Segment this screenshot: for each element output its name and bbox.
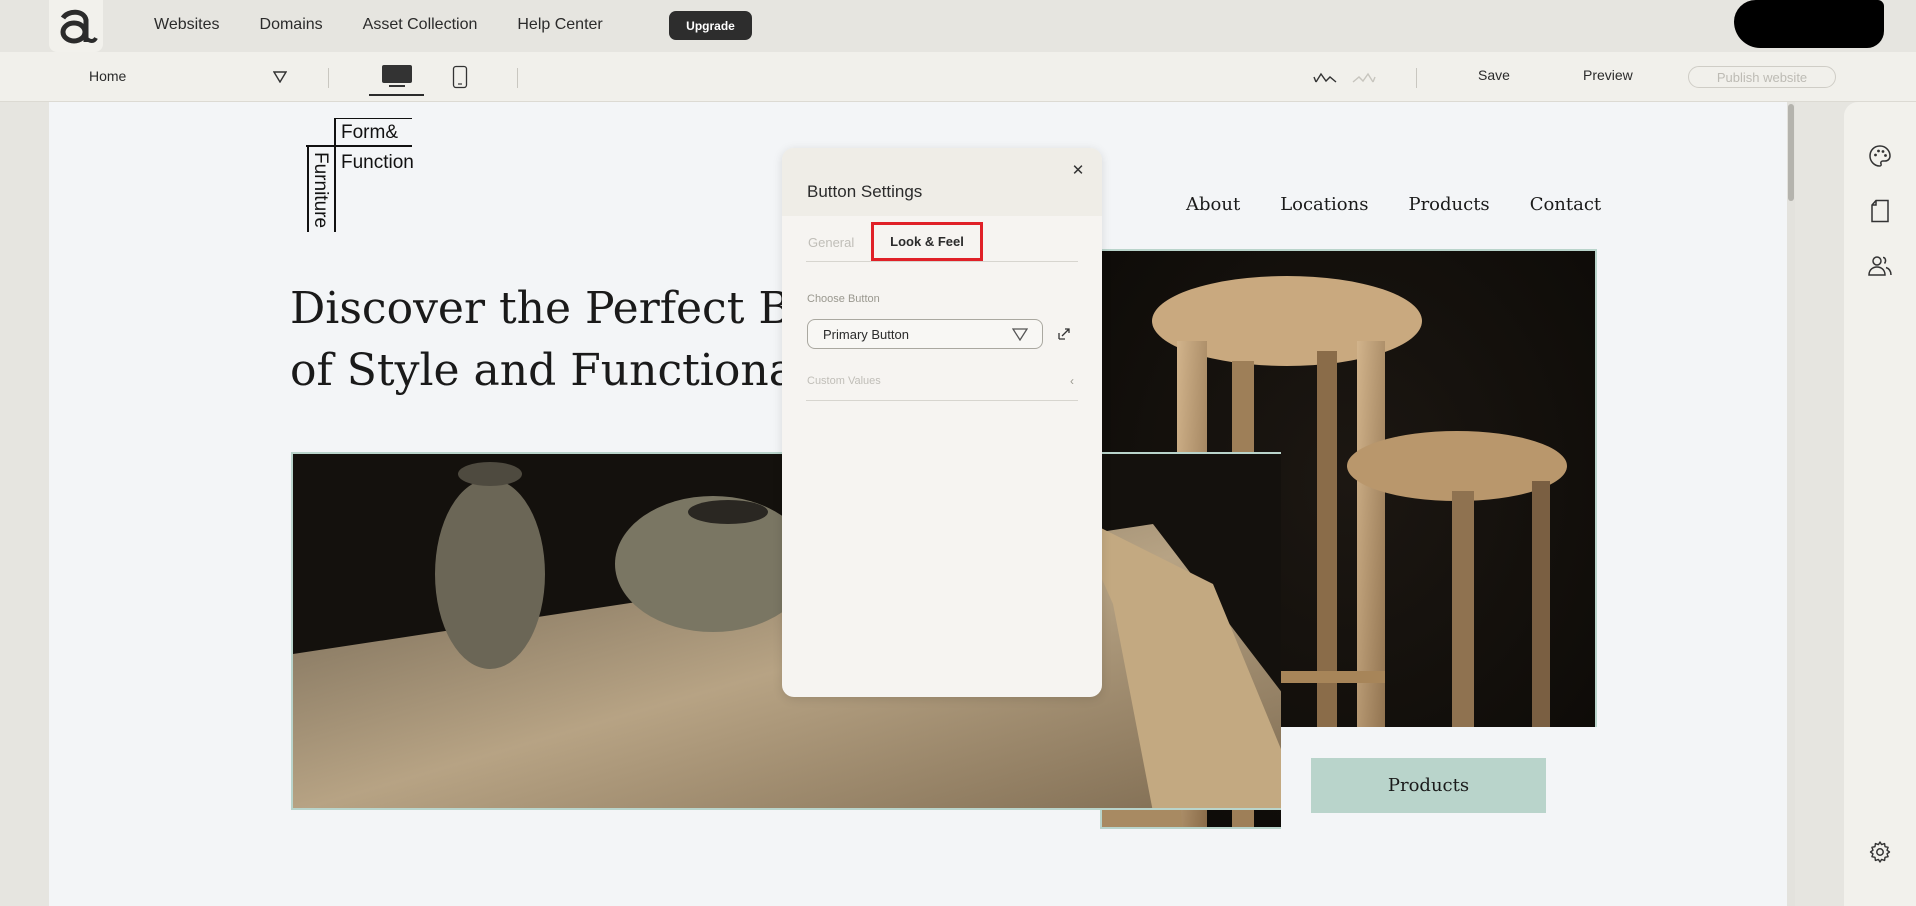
canvas-scroll-thumb[interactable] xyxy=(1788,104,1794,201)
chevron-left-icon[interactable]: ‹ xyxy=(1070,374,1074,388)
editor-toolbar: Home Save Preview Publish website xyxy=(0,52,1916,102)
tab-look-and-feel[interactable]: Look & Feel xyxy=(871,222,983,261)
site-nav-about[interactable]: About xyxy=(1186,194,1240,215)
user-avatar[interactable] xyxy=(1734,0,1884,48)
choose-button-label: Choose Button xyxy=(807,293,880,305)
hero-title[interactable]: Discover the Perfect Bl of Style and Fun… xyxy=(290,278,810,402)
cta-background xyxy=(1281,727,1600,906)
tab-general[interactable]: General xyxy=(808,235,854,250)
page-icon[interactable] xyxy=(1866,197,1894,225)
site-nav-locations[interactable]: Locations xyxy=(1280,194,1368,215)
custom-values-divider xyxy=(806,400,1078,401)
page-dropdown-icon[interactable] xyxy=(272,70,288,88)
right-sidebar xyxy=(1844,102,1916,906)
logo-text-function: Function xyxy=(341,152,414,173)
mobile-icon xyxy=(452,65,468,89)
publish-website-button: Publish website xyxy=(1688,66,1836,88)
top-nav: Websites Domains Asset Collection Help C… xyxy=(154,0,643,50)
preview-button[interactable]: Preview xyxy=(1583,67,1633,83)
nav-help-center[interactable]: Help Center xyxy=(517,16,602,34)
toolbar-divider xyxy=(517,68,518,88)
nav-asset-collection[interactable]: Asset Collection xyxy=(363,16,478,34)
canvas-scrollbar[interactable] xyxy=(1787,102,1795,906)
hero-title-line1: Discover the Perfect Bl xyxy=(290,283,805,334)
button-settings-panel: ✕ Button Settings General Look & Feel Ch… xyxy=(782,148,1102,697)
custom-values-toggle[interactable]: Custom Values xyxy=(807,375,881,387)
toolbar-divider xyxy=(328,68,329,88)
site-nav-contact[interactable]: Contact xyxy=(1530,194,1601,215)
palette-icon[interactable] xyxy=(1866,142,1894,170)
hero-title-line2: of Style and Functiona xyxy=(290,345,795,396)
mobile-view-button[interactable] xyxy=(445,58,475,96)
redo-icon xyxy=(1350,69,1376,90)
site-logo[interactable]: Form& Function Furniture xyxy=(306,117,420,232)
save-button[interactable]: Save xyxy=(1478,67,1510,83)
logo-text-form: Form& xyxy=(341,122,398,143)
desktop-view-button[interactable] xyxy=(369,58,424,96)
close-icon[interactable]: ✕ xyxy=(1068,160,1088,180)
products-cta-button[interactable]: Products xyxy=(1311,758,1546,813)
app-logo-icon xyxy=(60,9,98,44)
nav-websites[interactable]: Websites xyxy=(154,16,220,34)
edit-button-style-icon[interactable] xyxy=(1057,327,1071,346)
choose-button-value: Primary Button xyxy=(823,326,909,342)
gear-icon[interactable] xyxy=(1866,838,1894,866)
upgrade-button[interactable]: Upgrade xyxy=(669,11,752,40)
tabs-divider xyxy=(806,261,1078,262)
site-nav-products[interactable]: Products xyxy=(1408,194,1489,215)
choose-button-select[interactable]: Primary Button xyxy=(807,319,1043,349)
page-selector[interactable]: Home xyxy=(89,68,126,84)
users-icon[interactable] xyxy=(1866,252,1894,280)
desktop-icon xyxy=(381,65,412,87)
top-bar: Websites Domains Asset Collection Help C… xyxy=(0,0,1916,52)
site-nav: About Locations Products Contact xyxy=(1146,194,1601,215)
chevron-down-icon xyxy=(1011,328,1029,344)
app-logo[interactable] xyxy=(49,0,103,52)
toolbar-divider xyxy=(1416,68,1417,88)
panel-title: Button Settings xyxy=(807,182,923,201)
nav-domains[interactable]: Domains xyxy=(260,16,323,34)
logo-text-furniture: Furniture xyxy=(310,152,331,228)
undo-icon[interactable] xyxy=(1313,69,1339,90)
